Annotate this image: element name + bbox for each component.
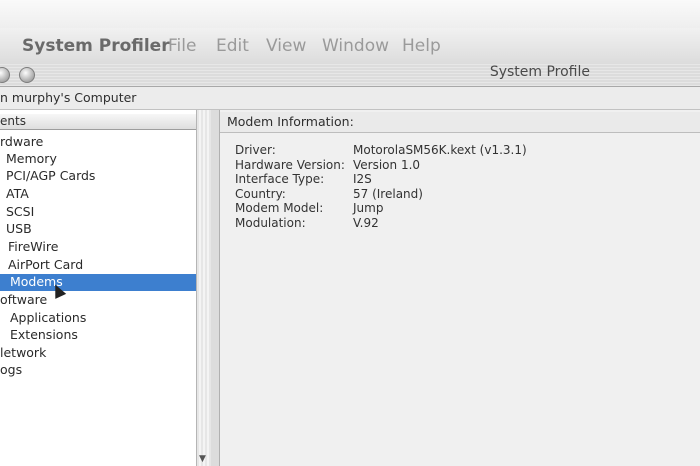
tree-item-pci-agp-cards[interactable]: PCI/AGP Cards <box>6 168 196 185</box>
close-window-button[interactable] <box>0 67 10 83</box>
sidebar-header[interactable]: ents <box>0 114 196 130</box>
info-value: MotorolaSM56K.kext (v1.3.1) <box>353 143 527 157</box>
tree-item-label: oftware <box>0 292 48 307</box>
info-label: Hardware Version: <box>235 157 345 172</box>
menu-edit[interactable]: Edit <box>216 36 249 56</box>
info-value: V.92 <box>353 215 379 230</box>
tree-item-label: FireWire <box>8 239 59 254</box>
menu-bar: System Profiler File Edit View Window He… <box>0 28 700 65</box>
pane-splitter[interactable] <box>211 110 220 466</box>
tree-item-applications[interactable]: Applications <box>10 310 196 327</box>
tree-item-extensions[interactable]: Extensions <box>10 327 196 344</box>
computer-name: n murphy's Computer <box>0 90 137 105</box>
contents-sidebar: ents rdware Memory PCI/AGP Cards ATA SCS… <box>0 110 211 466</box>
info-value: Jump <box>353 201 384 216</box>
scroll-down-arrow-icon[interactable]: ▼ <box>199 454 206 464</box>
detail-header: Modem Information: <box>220 112 700 133</box>
menu-app-name[interactable]: System Profiler <box>22 36 170 56</box>
menu-view[interactable]: View <box>266 36 306 56</box>
tree-item-label: rdware <box>0 134 44 149</box>
tree-item-label: PCI/AGP Cards <box>6 168 96 183</box>
info-label: Modem Model: <box>235 201 324 216</box>
tree-item-label: ATA <box>6 186 29 201</box>
tree-item-label: Applications <box>10 310 87 325</box>
tree-item-hardware[interactable]: rdware <box>0 134 196 151</box>
info-value: I2S <box>353 172 372 187</box>
info-label: Interface Type: <box>235 172 325 187</box>
tree-item-scsi[interactable]: SCSI <box>6 204 196 221</box>
tree-item-airport-card[interactable]: AirPort Card <box>8 257 196 274</box>
detail-header-label: Modem Information: <box>227 114 354 129</box>
menu-help[interactable]: Help <box>402 36 441 56</box>
menu-window[interactable]: Window <box>322 36 389 56</box>
computer-name-bar: n murphy's Computer <box>0 87 700 110</box>
window-titlebar[interactable]: System Profile <box>0 64 700 87</box>
tree-item-firewire[interactable]: FireWire <box>8 239 196 256</box>
info-label: Country: <box>235 186 286 201</box>
tree-item-software[interactable]: oftware <box>0 292 196 309</box>
tree-item-label: AirPort Card <box>8 257 84 272</box>
menu-file[interactable]: File <box>168 36 196 56</box>
screen-bezel <box>0 0 700 28</box>
info-label: Driver: <box>235 143 276 157</box>
tree-item-ata[interactable]: ATA <box>6 186 196 203</box>
tree-item-label: SCSI <box>6 204 35 219</box>
tree-item-memory[interactable]: Memory <box>6 151 196 168</box>
tree-item-logs[interactable]: ogs <box>0 362 196 379</box>
detail-pane: Modem Information: Driver: MotorolaSM56K… <box>220 110 700 466</box>
tree-item-label: ogs <box>0 362 23 377</box>
tree-item-usb[interactable]: USB <box>6 221 196 238</box>
tree-item-label: USB <box>6 221 32 236</box>
tree-item-label: Extensions <box>10 327 78 342</box>
sidebar-header-label: ents <box>0 114 26 128</box>
info-label: Modulation: <box>235 215 306 230</box>
info-value: 57 (Ireland) <box>353 186 423 201</box>
tree-item-label: Memory <box>6 151 57 166</box>
tree-item-network[interactable]: letwork <box>0 345 196 362</box>
info-value: Version 1.0 <box>353 157 421 172</box>
minimize-window-button[interactable] <box>19 67 35 83</box>
sidebar-scrollbar[interactable]: ▼ <box>196 110 211 466</box>
tree-item-modems[interactable]: Modems <box>0 274 196 291</box>
window-title: System Profile <box>489 64 590 80</box>
tree-item-label: letwork <box>0 345 47 360</box>
